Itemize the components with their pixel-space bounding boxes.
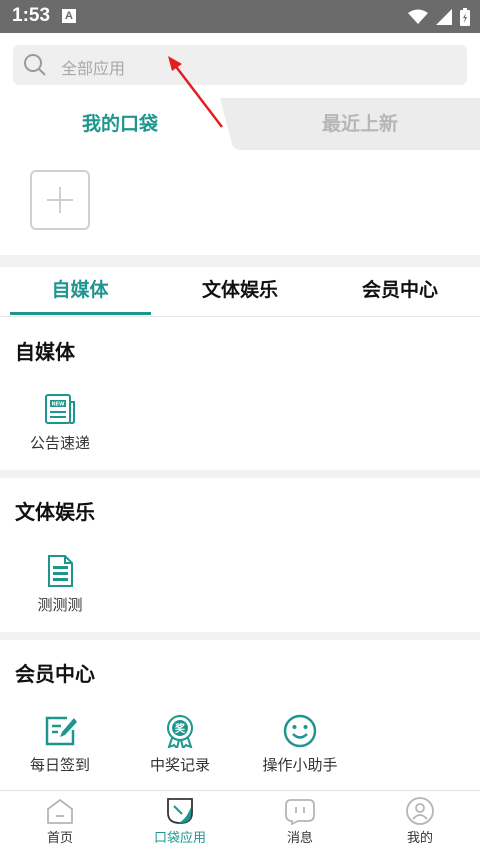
search-area: 全部应用: [0, 33, 480, 95]
message-icon: [285, 799, 315, 825]
app-label: 公告速递: [29, 434, 90, 452]
plus-icon: [47, 187, 73, 213]
award-icon: 奖: [167, 715, 193, 748]
notification-a-icon: A: [62, 9, 76, 23]
status-bar: 1:53 A: [0, 0, 480, 33]
add-app-button[interactable]: [30, 170, 90, 230]
nav-label: 首页: [46, 831, 73, 846]
home-icon: [47, 799, 73, 824]
section-title: 自媒体: [15, 340, 75, 364]
signal-icon: [436, 9, 452, 25]
search-input[interactable]: 全部应用: [13, 45, 467, 85]
nav-mine[interactable]: 我的: [360, 791, 480, 853]
bottom-nav: 首页 口袋应用 消息 我的: [0, 790, 480, 853]
nav-home[interactable]: 首页: [0, 791, 120, 853]
pocket-icon: [167, 798, 193, 824]
tab-recent-new[interactable]: 最近上新: [240, 98, 480, 150]
section-sports-entertainment: 文体娱乐 测测测: [0, 478, 480, 632]
divider: [0, 632, 480, 640]
active-tab-indicator: [10, 312, 151, 315]
status-icons: [408, 7, 470, 27]
nav-label: 口袋应用: [153, 831, 206, 846]
nav-messages[interactable]: 消息: [240, 791, 360, 853]
tab-sports-entertainment[interactable]: 文体娱乐: [160, 267, 320, 315]
app-announcement[interactable]: NEW 公告速递: [10, 392, 110, 453]
app-prize-record[interactable]: 奖 中奖记录: [130, 714, 230, 775]
search-icon: [24, 54, 46, 76]
nav-pocket-apps[interactable]: 口袋应用: [120, 791, 240, 853]
app-operation-assistant[interactable]: 操作小助手: [250, 714, 350, 775]
status-time: 1:53: [12, 5, 51, 26]
svg-text:奖: 奖: [175, 722, 186, 735]
pocket-content: [0, 150, 480, 255]
app-daily-checkin[interactable]: 每日签到: [10, 714, 110, 775]
pocket-tabs: 我的口袋 最近上新: [0, 98, 480, 150]
tab-member-center[interactable]: 会员中心: [320, 267, 480, 315]
section-title: 文体娱乐: [15, 500, 95, 524]
section-member-center: 会员中心 每日签到 奖 中奖记录 操作小助手: [0, 640, 480, 790]
app-label: 中奖记录: [149, 756, 210, 774]
app-label: 操作小助手: [262, 756, 338, 774]
battery-icon: [460, 8, 470, 26]
smile-icon: [283, 714, 317, 748]
section-self-media: 自媒体 NEW 公告速递: [0, 318, 480, 470]
category-tabs: 自媒体 文体娱乐 会员中心: [0, 267, 480, 317]
app-label: 每日签到: [29, 756, 90, 774]
nav-label: 我的: [406, 831, 433, 846]
app-quiz[interactable]: 测测测: [10, 554, 110, 615]
divider: [0, 470, 480, 478]
checkin-icon: [45, 716, 77, 746]
divider: [0, 255, 480, 267]
svg-text:NEW: NEW: [51, 402, 65, 408]
app-label: 测测测: [37, 596, 83, 614]
document-icon: [48, 555, 73, 587]
search-placeholder: 全部应用: [61, 59, 126, 78]
profile-icon: [406, 797, 434, 825]
wifi-icon: [408, 9, 428, 24]
tab-my-pocket[interactable]: 我的口袋: [0, 98, 240, 150]
news-icon: NEW: [45, 394, 75, 424]
tab-self-media[interactable]: 自媒体: [0, 267, 160, 315]
nav-label: 消息: [286, 831, 313, 846]
section-title: 会员中心: [15, 662, 95, 686]
